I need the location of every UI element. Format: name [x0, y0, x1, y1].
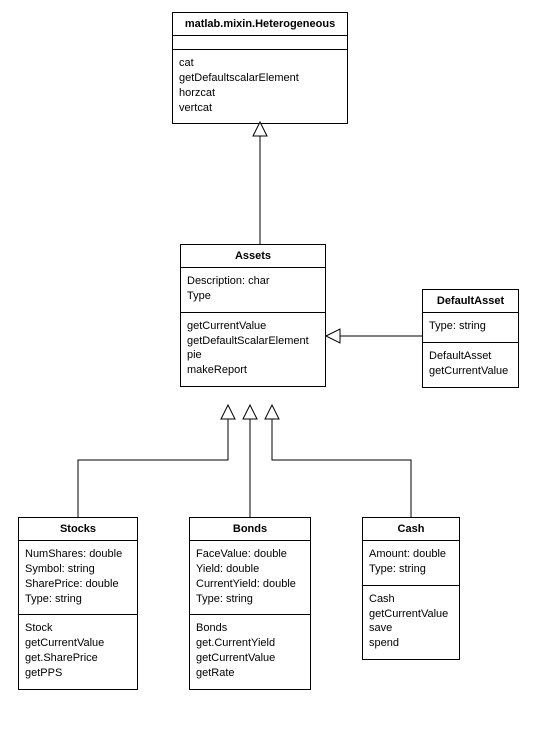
- methods-section: getCurrentValue getDefaultScalarElement …: [181, 313, 325, 386]
- inheritance-cash-assets: [265, 405, 411, 517]
- method: makeReport: [187, 363, 319, 378]
- class-name: Cash: [363, 518, 459, 541]
- attribute: Amount: double: [369, 547, 453, 562]
- method: getCurrentValue: [25, 636, 131, 651]
- attributes-section: NumShares: double Symbol: string SharePr…: [19, 541, 137, 615]
- methods-section: Stock getCurrentValue get.SharePrice get…: [19, 615, 137, 688]
- attribute: Description: char: [187, 274, 319, 289]
- class-name: Assets: [181, 245, 325, 268]
- method: get.CurrentYield: [196, 636, 304, 651]
- class-default-asset: DefaultAsset Type: string DefaultAsset g…: [422, 289, 519, 388]
- inheritance-stocks-assets: [78, 405, 235, 517]
- attributes-section: Type: string: [423, 313, 518, 343]
- method: getDefaultscalarElement: [179, 71, 341, 86]
- method: getPPS: [25, 666, 131, 681]
- method: save: [369, 621, 453, 636]
- methods-section: cat getDefaultscalarElement horzcat vert…: [173, 50, 347, 123]
- attribute: Symbol: string: [25, 562, 131, 577]
- attributes-section: [173, 36, 347, 50]
- method: vertcat: [179, 101, 341, 116]
- method: pie: [187, 348, 319, 363]
- class-assets: Assets Description: char Type getCurrent…: [180, 244, 326, 387]
- inheritance-bonds-assets: [243, 405, 257, 517]
- method: Stock: [25, 621, 131, 636]
- method: spend: [369, 636, 453, 651]
- method: getRate: [196, 666, 304, 681]
- method: Cash: [369, 592, 453, 607]
- attribute: CurrentYield: double: [196, 577, 304, 592]
- attributes-section: FaceValue: double Yield: double CurrentY…: [190, 541, 310, 615]
- method: get.SharePrice: [25, 651, 131, 666]
- attribute: Yield: double: [196, 562, 304, 577]
- attribute: Type: string: [25, 592, 131, 607]
- class-heterogeneous: matlab.mixin.Heterogeneous cat getDefaul…: [172, 12, 348, 124]
- method: cat: [179, 56, 341, 71]
- methods-section: Bonds get.CurrentYield getCurrentValue g…: [190, 615, 310, 688]
- methods-section: DefaultAsset getCurrentValue: [423, 343, 518, 387]
- attributes-section: Description: char Type: [181, 268, 325, 313]
- attributes-section: Amount: double Type: string: [363, 541, 459, 586]
- class-name: Bonds: [190, 518, 310, 541]
- class-bonds: Bonds FaceValue: double Yield: double Cu…: [189, 517, 311, 690]
- method: horzcat: [179, 86, 341, 101]
- attribute: Type: string: [196, 592, 304, 607]
- class-stocks: Stocks NumShares: double Symbol: string …: [18, 517, 138, 690]
- attribute: FaceValue: double: [196, 547, 304, 562]
- inheritance-assets-heterogeneous: [253, 122, 267, 244]
- method: getCurrentValue: [196, 651, 304, 666]
- method: Bonds: [196, 621, 304, 636]
- class-cash: Cash Amount: double Type: string Cash ge…: [362, 517, 460, 660]
- attribute: NumShares: double: [25, 547, 131, 562]
- method: getCurrentValue: [429, 364, 512, 379]
- method: getCurrentValue: [187, 319, 319, 334]
- attribute: Type: string: [429, 319, 512, 334]
- attribute: SharePrice: double: [25, 577, 131, 592]
- class-name: DefaultAsset: [423, 290, 518, 313]
- attribute: Type: [187, 289, 319, 304]
- attribute: Type: string: [369, 562, 453, 577]
- method: getDefaultScalarElement: [187, 334, 319, 349]
- method: getCurrentValue: [369, 607, 453, 622]
- class-name: Stocks: [19, 518, 137, 541]
- class-name: matlab.mixin.Heterogeneous: [173, 13, 347, 36]
- inheritance-defaultasset-assets: [326, 329, 422, 343]
- method: DefaultAsset: [429, 349, 512, 364]
- methods-section: Cash getCurrentValue save spend: [363, 586, 459, 659]
